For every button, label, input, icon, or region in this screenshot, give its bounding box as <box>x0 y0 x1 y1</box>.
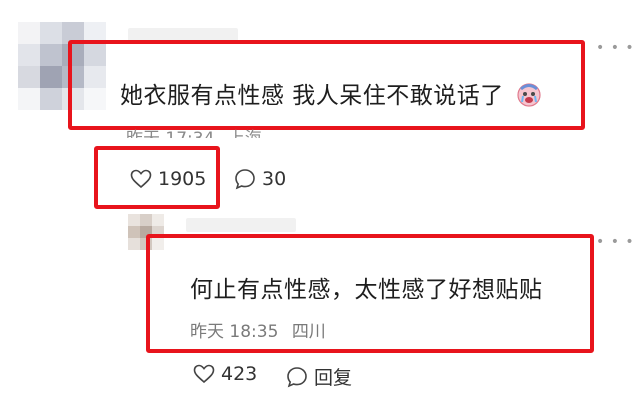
heart-icon <box>193 364 215 384</box>
comment-time: 昨天 17:34 <box>126 129 214 138</box>
comment-bubble-icon <box>234 168 256 190</box>
reply-location: 四川 <box>291 322 326 342</box>
reply-count: 30 <box>262 168 287 190</box>
reply-like-button[interactable]: 423 <box>193 363 257 385</box>
comment-body: 她衣服有点性感 我人呆住不敢说话了 <box>120 83 504 109</box>
comment-bubble-icon <box>286 366 308 388</box>
more-dots-icon[interactable]: • • • <box>596 234 635 250</box>
like-button[interactable]: 1905 <box>130 168 206 190</box>
heart-icon <box>130 169 152 189</box>
comment-meta: 昨天 17:34 上海 <box>126 124 262 138</box>
reply-meta: 昨天 18:35 四川 <box>190 317 326 342</box>
comment-text: 她衣服有点性感 我人呆住不敢说话了 <box>120 76 542 113</box>
reply-time: 昨天 18:35 <box>190 322 279 342</box>
reply-username-blurred[interactable] <box>186 218 296 232</box>
comment-location: 上海 <box>228 129 262 138</box>
reply-button[interactable]: 回复 <box>286 363 352 390</box>
like-count: 1905 <box>158 168 207 190</box>
reply-count-button[interactable]: 30 <box>234 168 286 190</box>
reply-text: 何止有点性感，太性感了好想贴贴 <box>190 277 543 303</box>
more-dots-icon[interactable]: • • • <box>596 40 635 56</box>
crying-face-emoji-icon <box>516 81 542 113</box>
reply-label: 回复 <box>314 367 353 389</box>
reply-like-count: 423 <box>221 363 258 385</box>
